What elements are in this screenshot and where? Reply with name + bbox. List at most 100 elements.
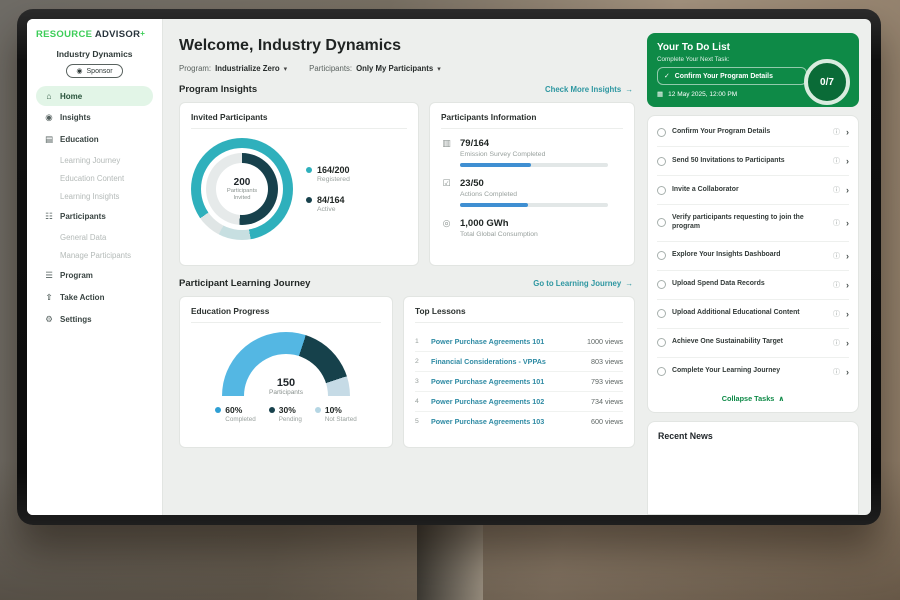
chevron-right-icon[interactable]: › bbox=[846, 185, 849, 195]
task-row-explore-insights[interactable]: Explore Your Insights Dashboard ⓘ › bbox=[657, 242, 849, 271]
participants-filter-value: Only My Participants bbox=[356, 64, 433, 73]
lesson-link[interactable]: Power Purchase Agreements 101 bbox=[431, 337, 579, 346]
arrow-right-icon: → bbox=[625, 85, 633, 94]
card-title: Participants Information bbox=[441, 112, 623, 129]
sidebar-item-take-action[interactable]: ⇧ Take Action bbox=[36, 287, 153, 308]
info-icon[interactable]: ⓘ bbox=[833, 367, 840, 377]
legend-pct: 60% bbox=[225, 405, 255, 415]
next-task-label: Confirm Your Program Details bbox=[675, 73, 773, 80]
insights-cards-row: Invited Participants 200 Participants In… bbox=[179, 102, 635, 266]
program-filter[interactable]: Program: Industrialize Zero ▾ bbox=[179, 64, 287, 73]
learning-journey-header: Participant Learning Journey Go to Learn… bbox=[179, 278, 633, 289]
go-to-learning-journey-link[interactable]: Go to Learning Journey → bbox=[533, 279, 633, 288]
checkbox-icon[interactable] bbox=[657, 338, 666, 347]
calendar-icon: ▦ bbox=[657, 90, 663, 98]
next-task-box[interactable]: ✓ Confirm Your Program Details bbox=[657, 67, 807, 85]
info-icon[interactable]: ⓘ bbox=[833, 127, 840, 137]
invited-donut: 200 Participants Invited bbox=[191, 138, 293, 240]
checkbox-icon[interactable] bbox=[657, 186, 666, 195]
task-row-achieve-target[interactable]: Achieve One Sustainability Target ⓘ › bbox=[657, 329, 849, 358]
lesson-views: 1000 views bbox=[587, 337, 623, 346]
todo-progress-value: 0/7 bbox=[820, 77, 834, 88]
lesson-views: 793 views bbox=[591, 377, 623, 386]
info-icon[interactable]: ⓘ bbox=[833, 185, 840, 195]
task-row-invite-collaborator[interactable]: Invite a Collaborator ⓘ › bbox=[657, 176, 849, 205]
info-icon[interactable]: ⓘ bbox=[833, 309, 840, 319]
lesson-link[interactable]: Financial Considerations - VPPAs bbox=[431, 357, 583, 366]
sidebar-item-learning-journey[interactable]: Learning Journey bbox=[36, 151, 153, 169]
logo-part1: RESOURCE bbox=[36, 29, 92, 40]
info-icon[interactable]: ⓘ bbox=[833, 251, 840, 261]
sidebar-nav: ⌂ Home ◉ Insights ▤ Education Learning J… bbox=[36, 86, 153, 330]
sponsor-badge[interactable]: ◉ Sponsor bbox=[66, 64, 122, 78]
legend-pct: 10% bbox=[325, 405, 357, 415]
chevron-right-icon[interactable]: › bbox=[846, 218, 849, 228]
sidebar-item-settings[interactable]: ⚙ Settings bbox=[36, 309, 153, 330]
sidebar-item-program[interactable]: ☰ Program bbox=[36, 265, 153, 286]
legend-value: 164/200 bbox=[317, 165, 350, 175]
checkbox-icon[interactable] bbox=[657, 280, 666, 289]
info-icon[interactable]: ⓘ bbox=[833, 156, 840, 166]
actions-icon: ☑ bbox=[441, 178, 452, 189]
arrow-right-icon: → bbox=[625, 279, 633, 288]
legend-item-not-started: 10% Not Started bbox=[315, 405, 357, 423]
sidebar-item-learning-insights[interactable]: Learning Insights bbox=[36, 187, 153, 205]
chevron-right-icon[interactable]: › bbox=[846, 338, 849, 348]
check-more-insights-link[interactable]: Check More Insights → bbox=[545, 85, 633, 94]
monitor-bezel: RESOURCE ADVISOR+ Industry Dynamics ◉ Sp… bbox=[17, 9, 881, 525]
checkbox-icon[interactable] bbox=[657, 157, 666, 166]
chevron-right-icon[interactable]: › bbox=[846, 251, 849, 261]
sidebar-item-participants[interactable]: ☷ Participants bbox=[36, 206, 153, 227]
info-icon[interactable]: ⓘ bbox=[833, 280, 840, 290]
task-row-complete-learning-journey[interactable]: Complete Your Learning Journey ⓘ › bbox=[657, 358, 849, 386]
sidebar-item-education-content[interactable]: Education Content bbox=[36, 169, 153, 187]
chevron-right-icon[interactable]: › bbox=[846, 309, 849, 319]
sidebar-item-label: Take Action bbox=[60, 293, 104, 302]
task-row-confirm-program[interactable]: Confirm Your Program Details ⓘ › bbox=[657, 118, 849, 147]
task-row-upload-educational-content[interactable]: Upload Additional Educational Content ⓘ … bbox=[657, 300, 849, 329]
task-row-upload-spend-data[interactable]: Upload Spend Data Records ⓘ › bbox=[657, 271, 849, 300]
chevron-right-icon[interactable]: › bbox=[846, 156, 849, 166]
task-row-send-invitations[interactable]: Send 50 Invitations to Participants ⓘ › bbox=[657, 147, 849, 176]
lesson-link[interactable]: Power Purchase Agreements 103 bbox=[431, 417, 583, 426]
task-row-verify-participants[interactable]: Verify participants requesting to join t… bbox=[657, 205, 849, 242]
sidebar-item-label: Participants bbox=[60, 212, 106, 221]
collapse-tasks-button[interactable]: Collapse Tasks ∧ bbox=[657, 386, 849, 410]
chevron-right-icon[interactable]: › bbox=[846, 367, 849, 377]
info-icon[interactable]: ⓘ bbox=[833, 338, 840, 348]
lesson-row: 4 Power Purchase Agreements 102 734 view… bbox=[415, 392, 623, 412]
lesson-link[interactable]: Power Purchase Agreements 101 bbox=[431, 377, 583, 386]
gauge-center-label: Participants bbox=[222, 389, 350, 396]
sidebar: RESOURCE ADVISOR+ Industry Dynamics ◉ Sp… bbox=[27, 19, 163, 515]
sidebar-item-insights[interactable]: ◉ Insights bbox=[36, 107, 153, 128]
sidebar-item-education[interactable]: ▤ Education bbox=[36, 129, 153, 150]
checkbox-icon[interactable] bbox=[657, 309, 666, 318]
card-title: Education Progress bbox=[191, 306, 381, 323]
lesson-views: 600 views bbox=[591, 417, 623, 426]
checkbox-icon[interactable] bbox=[657, 367, 666, 376]
collapse-icon: ∧ bbox=[778, 394, 784, 403]
checkbox-icon[interactable] bbox=[657, 251, 666, 260]
lesson-rank: 3 bbox=[415, 378, 423, 385]
legend-item-active: 84/164 Active bbox=[306, 195, 350, 213]
survey-icon: ▥ bbox=[441, 138, 452, 149]
checkbox-icon[interactable] bbox=[657, 128, 666, 137]
todo-panel: Your To Do List Complete Your Next Task:… bbox=[647, 19, 871, 515]
top-lessons-card: Top Lessons 1 Power Purchase Agreements … bbox=[403, 296, 635, 448]
chevron-right-icon[interactable]: › bbox=[846, 127, 849, 137]
check-icon: ✓ bbox=[664, 72, 670, 80]
link-label: Check More Insights bbox=[545, 85, 621, 94]
lesson-rank: 4 bbox=[415, 398, 423, 405]
chevron-down-icon: ▾ bbox=[284, 65, 288, 73]
chevron-right-icon[interactable]: › bbox=[846, 280, 849, 290]
lesson-link[interactable]: Power Purchase Agreements 102 bbox=[431, 397, 583, 406]
participants-filter[interactable]: Participants: Only My Participants ▾ bbox=[309, 64, 441, 73]
checkbox-icon[interactable] bbox=[657, 218, 666, 227]
section-title: Participant Learning Journey bbox=[179, 278, 310, 289]
sidebar-item-home[interactable]: ⌂ Home bbox=[36, 86, 153, 106]
invited-legend: 164/200 Registered 84/164 Active bbox=[306, 165, 350, 213]
sidebar-item-general-data[interactable]: General Data bbox=[36, 228, 153, 246]
lesson-row: 2 Financial Considerations - VPPAs 803 v… bbox=[415, 352, 623, 372]
info-icon[interactable]: ⓘ bbox=[833, 218, 840, 228]
sidebar-item-manage-participants[interactable]: Manage Participants bbox=[36, 246, 153, 264]
